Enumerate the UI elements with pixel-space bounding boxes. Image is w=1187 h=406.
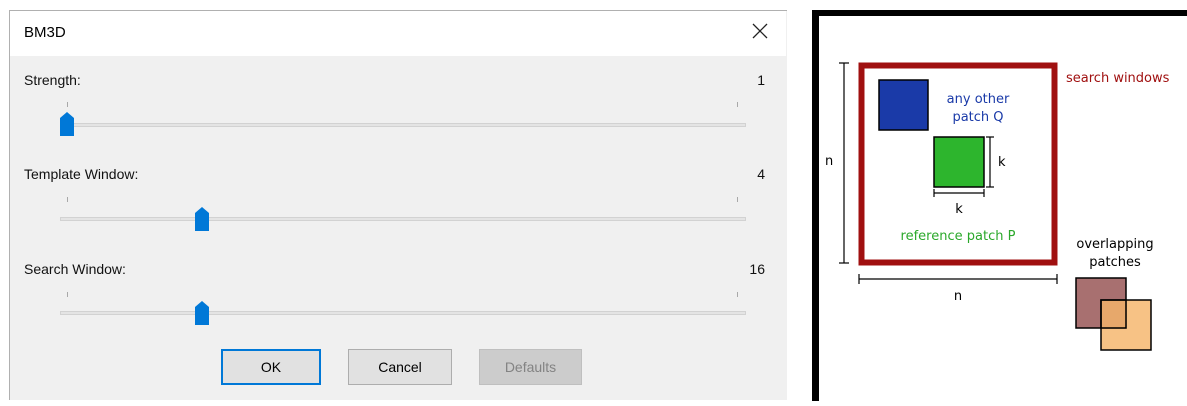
strength-label: Strength: — [24, 72, 81, 88]
strength-tick-min — [67, 102, 68, 107]
strength-tick-max — [737, 102, 738, 107]
strength-slider-thumb[interactable] — [60, 112, 74, 136]
search-window-tick-min — [67, 292, 68, 297]
patch-q-label-line1: any other — [947, 92, 1010, 107]
strength-slider-track[interactable] — [60, 123, 746, 127]
bm3d-dialog: BM3D Strength: 1 Template Window: 4 Sear… — [9, 10, 787, 400]
reference-patch-label: reference patch P — [901, 229, 1016, 244]
template-window-tick-max — [737, 197, 738, 202]
search-window-value: 16 — [749, 261, 765, 277]
search-window-tick-max — [737, 292, 738, 297]
title-bar: BM3D — [10, 11, 786, 56]
defaults-button: Defaults — [479, 349, 582, 385]
cancel-button[interactable]: Cancel — [348, 349, 452, 385]
frame-top-border — [812, 10, 1187, 16]
overlapping-label-line2: patches — [1089, 255, 1141, 270]
template-window-slider-track[interactable] — [60, 217, 746, 221]
search-window-slider-track[interactable] — [60, 311, 746, 315]
dialog-title: BM3D — [24, 24, 66, 41]
template-window-slider-thumb[interactable] — [195, 207, 210, 231]
patch-p — [933, 136, 985, 188]
strength-value: 1 — [757, 72, 765, 88]
n-horizontal-label: n — [954, 289, 962, 304]
search-window-slider-thumb[interactable] — [195, 301, 210, 325]
search-windows-label: search windows — [1066, 71, 1170, 86]
template-window-value: 4 — [757, 166, 765, 182]
close-icon[interactable] — [748, 19, 772, 43]
k-vertical-label: k — [998, 155, 1006, 170]
template-window-label: Template Window: — [24, 166, 139, 182]
patch-q — [878, 79, 929, 131]
bm3d-diagram: search windows any other patch Q k k ref… — [812, 10, 1187, 401]
overlapping-label-line1: overlapping — [1076, 237, 1153, 252]
ok-button[interactable]: OK — [221, 349, 321, 385]
template-window-tick-min — [67, 197, 68, 202]
patch-q-label-line2: patch Q — [952, 110, 1003, 125]
search-window-label: Search Window: — [24, 261, 126, 277]
frame-left-border — [812, 10, 819, 401]
k-horizontal-label: k — [955, 202, 963, 217]
n-vertical-label: n — [825, 154, 833, 169]
